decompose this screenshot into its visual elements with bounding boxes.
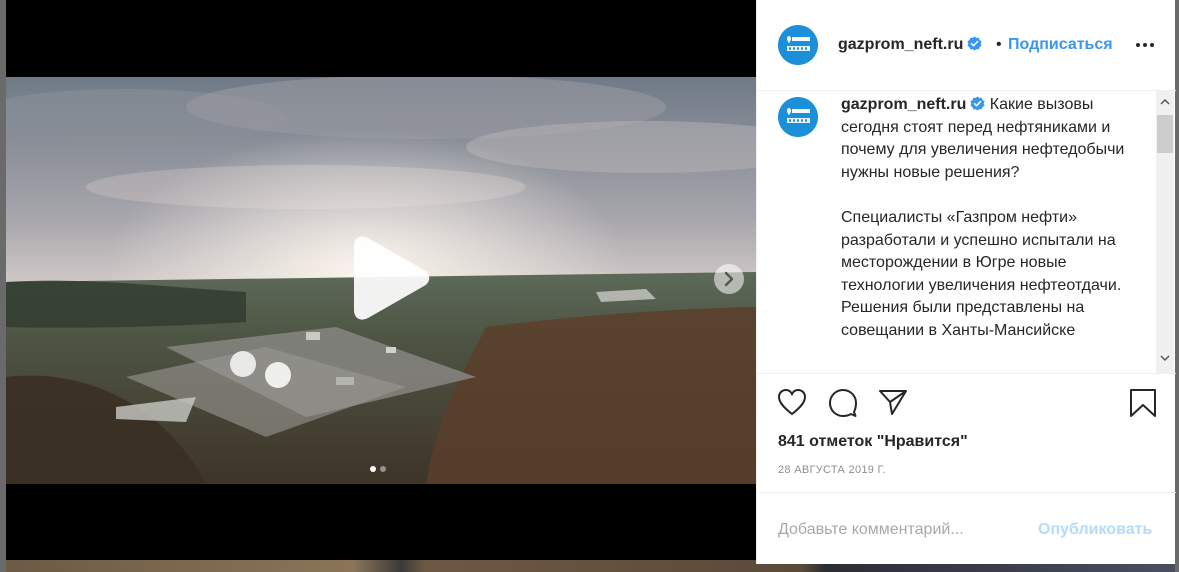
username-text[interactable]: gazprom_neft.ru: [838, 36, 963, 53]
post-date[interactable]: 28 АВГУСТА 2019 Г.: [778, 464, 886, 476]
scroll-thumb[interactable]: [1157, 115, 1173, 153]
caption-text: gazprom_neft.ru Какие вызовы сегодня сто…: [841, 94, 1147, 365]
publish-button[interactable]: Опубликовать: [1038, 521, 1152, 539]
caption-paragraph: gazprom_neft.ru Какие вызовы сегодня сто…: [841, 94, 1147, 184]
share-button[interactable]: [878, 388, 908, 421]
comment-input[interactable]: [778, 519, 1028, 541]
next-slide-button[interactable]: [714, 264, 744, 294]
caption-username[interactable]: gazprom_neft.ru: [841, 96, 966, 113]
follow-button[interactable]: Подписаться: [1008, 36, 1113, 54]
share-icon: [879, 390, 907, 415]
chevron-up-icon: [1160, 99, 1170, 105]
play-icon: [354, 236, 430, 320]
post-details-panel: gazprom_neft.ru • Подписаться gazprom_ne…: [756, 0, 1176, 564]
bookmark-icon: [1130, 389, 1156, 417]
save-button[interactable]: [1129, 388, 1157, 423]
username-link[interactable]: gazprom_neft.ru: [838, 36, 982, 54]
avatar[interactable]: [778, 25, 818, 65]
comment-form: Опубликовать: [757, 492, 1176, 564]
heart-icon: [777, 388, 807, 416]
like-button[interactable]: [777, 388, 807, 421]
verified-badge-icon: [967, 36, 982, 51]
caption-scroll-area[interactable]: gazprom_neft.ru Какие вызовы сегодня сто…: [757, 91, 1176, 374]
more-options-button[interactable]: [1135, 36, 1159, 56]
chevron-down-icon: [1160, 355, 1170, 361]
comment-button[interactable]: [828, 388, 858, 423]
comment-icon: [829, 389, 857, 417]
carousel-indicator: [370, 459, 390, 472]
caption-scrollbar[interactable]: [1156, 91, 1174, 373]
carousel-dot-active: [370, 466, 376, 472]
more-horizontal-icon: [1136, 43, 1154, 47]
post-actions: [757, 374, 1176, 434]
post-media: [6, 0, 756, 560]
scroll-up-button[interactable]: [1156, 93, 1174, 111]
verified-badge-icon: [970, 96, 985, 111]
post-header: gazprom_neft.ru • Подписаться: [757, 0, 1176, 91]
gazprom-neft-logo: [778, 97, 818, 137]
carousel-dot: [380, 466, 386, 472]
header-separator: •: [996, 36, 1002, 53]
likes-count[interactable]: 841 отметок "Нравится": [778, 433, 968, 451]
caption-avatar[interactable]: [778, 97, 818, 137]
caption-paragraph-2: Специалисты «Газпром нефти» разработали …: [841, 208, 1122, 339]
gazprom-neft-logo: [778, 25, 818, 65]
scroll-down-button[interactable]: [1156, 349, 1174, 367]
chevron-right-icon: [724, 271, 734, 287]
